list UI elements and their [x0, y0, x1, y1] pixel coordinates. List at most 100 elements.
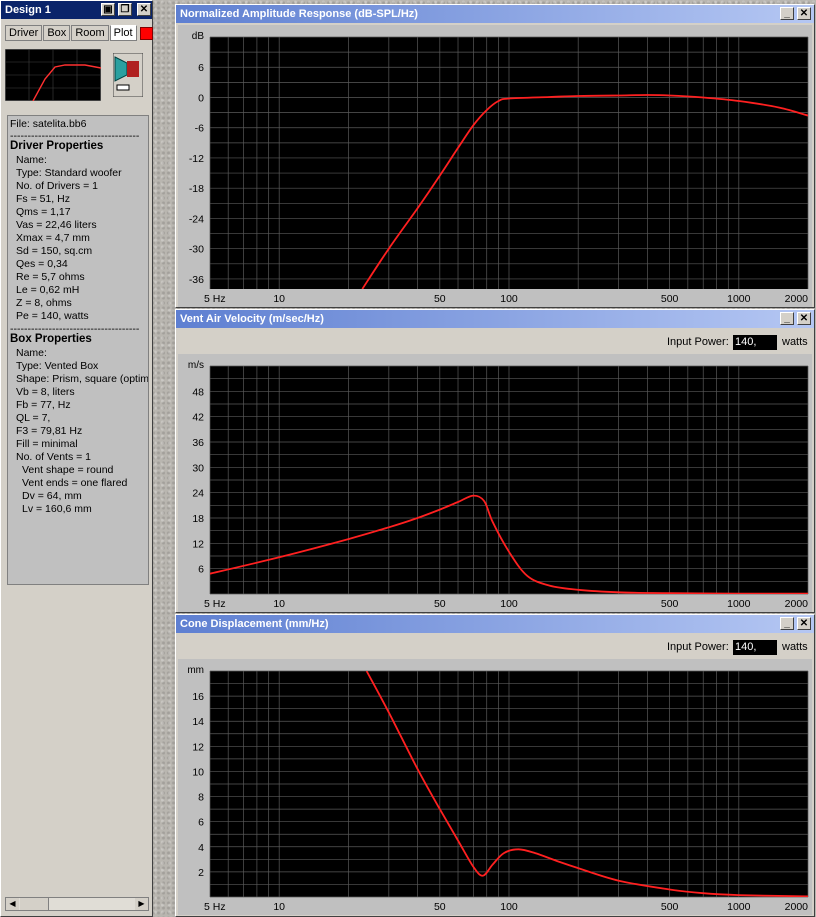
x-tick-label: 1000 [727, 598, 751, 610]
response-thumbnail[interactable] [5, 49, 101, 101]
box-diagram-icon[interactable] [113, 53, 143, 97]
vent-property: Vent shape = round [22, 464, 114, 476]
design-window-title: Design 1 [5, 4, 51, 16]
scroll-right-icon[interactable]: ▶ [135, 898, 148, 910]
y-tick-label: -24 [189, 213, 204, 225]
close-icon[interactable]: ✕ [797, 312, 811, 325]
y-tick-label: -18 [189, 183, 204, 195]
horizontal-scrollbar[interactable]: ◀ ▶ [5, 897, 149, 911]
tab-driver[interactable]: Driver [5, 25, 43, 41]
x-tick-label: 5 Hz [204, 293, 226, 305]
y-tick-label: 12 [192, 741, 204, 753]
minimize-icon[interactable]: _ [780, 7, 794, 20]
box-property: Shape: Prism, square (optimum) [16, 373, 149, 385]
design-window: Design 1 ▣ ❐ ✕ Driver Box Room Plot File… [0, 0, 153, 917]
scroll-left-icon[interactable]: ◀ [6, 898, 19, 910]
displacement-plot-titlebar[interactable]: Cone Displacement (mm/Hz) [176, 615, 814, 633]
driver-property: Z = 8, ohms [16, 297, 72, 309]
x-tick-label: 10 [273, 901, 285, 913]
driver-property: Qms = 1,17 [16, 206, 71, 218]
box-property: Vb = 8, liters [16, 386, 75, 398]
scroll-thumb[interactable] [20, 898, 49, 910]
x-tick-label: 500 [661, 598, 679, 610]
tab-room[interactable]: Room [71, 25, 109, 41]
y-tick-label: 36 [192, 437, 204, 449]
driver-property: Vas = 22,46 liters [16, 219, 97, 231]
x-tick-label: 50 [434, 598, 446, 610]
close-icon[interactable]: ✕ [797, 617, 811, 630]
y-tick-label: 8 [198, 792, 204, 804]
y-unit-label: m/s [188, 360, 204, 371]
box-heading: Box Properties [10, 333, 92, 345]
input-power-field[interactable]: 140, [733, 640, 777, 655]
velocity-plot-titlebar[interactable]: Vent Air Velocity (m/sec/Hz) [176, 310, 814, 328]
vent-property: Vent ends = one flared [22, 477, 128, 489]
input-power-unit: watts [782, 336, 808, 348]
input-power-unit: watts [782, 641, 808, 653]
x-tick-label: 1000 [727, 293, 751, 305]
save-icon[interactable]: ▣ [101, 3, 115, 16]
y-tick-label: 10 [192, 766, 204, 778]
driver-property: Le = 0,62 mH [16, 284, 80, 296]
velocity-plot-title: Vent Air Velocity (m/sec/Hz) [180, 313, 324, 325]
amplitude-plot-titlebar[interactable]: Normalized Amplitude Response (dB-SPL/Hz… [176, 5, 814, 23]
driver-property: Qes = 0,34 [16, 258, 68, 270]
displacement-plot-title: Cone Displacement (mm/Hz) [180, 618, 329, 630]
x-tick-label: 100 [500, 598, 518, 610]
y-tick-label: 30 [192, 462, 204, 474]
driver-property: No. of Drivers = 1 [16, 180, 98, 192]
x-tick-label: 1000 [727, 901, 751, 913]
x-tick-label: 500 [661, 901, 679, 913]
input-power-field[interactable]: 140, [733, 335, 777, 350]
y-tick-label: 6 [198, 62, 204, 74]
x-tick-label: 100 [500, 901, 518, 913]
amplitude-chart[interactable]: dB 6 0 -6 -12 -18 -24 -30 -365 Hz 10 50 100 500 1000 2… [178, 25, 812, 307]
y-tick-label: 2 [198, 867, 204, 879]
y-tick-label: 14 [192, 716, 204, 728]
minimize-icon[interactable]: _ [780, 312, 794, 325]
velocity-chart[interactable]: m/s 6 12 18 24 30 36 42 48 5 Hz 10 50 100 500 1000 2000 [178, 354, 812, 612]
x-tick-label: 2000 [785, 293, 809, 305]
x-tick-label: 5 Hz [204, 901, 226, 913]
y-tick-label: 24 [192, 488, 204, 500]
y-tick-label: 6 [198, 817, 204, 829]
y-tick-label: 42 [192, 412, 204, 424]
tab-plot[interactable]: Plot [109, 25, 137, 41]
status-color-indicator[interactable] [139, 27, 153, 40]
y-tick-label: 6 [198, 564, 204, 576]
driver-property: Fs = 51, Hz [16, 193, 70, 205]
input-power-label: Input Power: [667, 641, 729, 653]
box-property: Type: Vented Box [16, 360, 99, 372]
copy-icon[interactable]: ❐ [118, 3, 132, 16]
properties-panel: File: satelita.bb6 ----------------------… [7, 115, 149, 585]
y-tick-label: 48 [192, 386, 204, 398]
box-property: No. of Vents = 1 [16, 451, 92, 463]
x-tick-label: 2000 [785, 598, 809, 610]
minimize-icon[interactable]: _ [780, 617, 794, 630]
driver-property: Sd = 150, sq.cm [16, 245, 93, 257]
x-tick-label: 5 Hz [204, 598, 226, 610]
y-tick-label: 4 [198, 842, 204, 854]
driver-property: Name: [16, 154, 47, 166]
y-tick-label: 0 [198, 92, 204, 104]
tab-box[interactable]: Box [43, 25, 71, 41]
driver-property: Type: Standard woofer [16, 167, 122, 179]
x-tick-label: 50 [434, 293, 446, 305]
amplitude-plot-window: Normalized Amplitude Response (dB-SPL/Hz… [175, 4, 815, 308]
driver-heading: Driver Properties [10, 140, 104, 152]
close-icon[interactable]: ✕ [797, 7, 811, 20]
displacement-plot-window: Cone Displacement (mm/Hz) _ ✕ Input Powe… [175, 614, 815, 917]
x-tick-label: 10 [273, 293, 285, 305]
box-property: Fb = 77, Hz [16, 399, 71, 411]
y-tick-label: -6 [195, 123, 204, 135]
driver-property: Xmax = 4,7 mm [16, 232, 90, 244]
design-tabs: Driver Box Room Plot [5, 25, 153, 41]
box-property: QL = 7, [16, 412, 51, 424]
displacement-chart[interactable]: mm 2 4 6 8 10 12 14 16 5 Hz 10 50 100 500 1000 2000 [178, 659, 812, 915]
amplitude-plot-title: Normalized Amplitude Response (dB-SPL/Hz… [180, 8, 418, 20]
y-unit-label: dB [192, 31, 205, 42]
close-icon[interactable]: ✕ [137, 3, 151, 16]
y-unit-label: mm [187, 665, 204, 676]
box-property: Name: [16, 347, 47, 359]
y-tick-label: -12 [189, 153, 204, 165]
